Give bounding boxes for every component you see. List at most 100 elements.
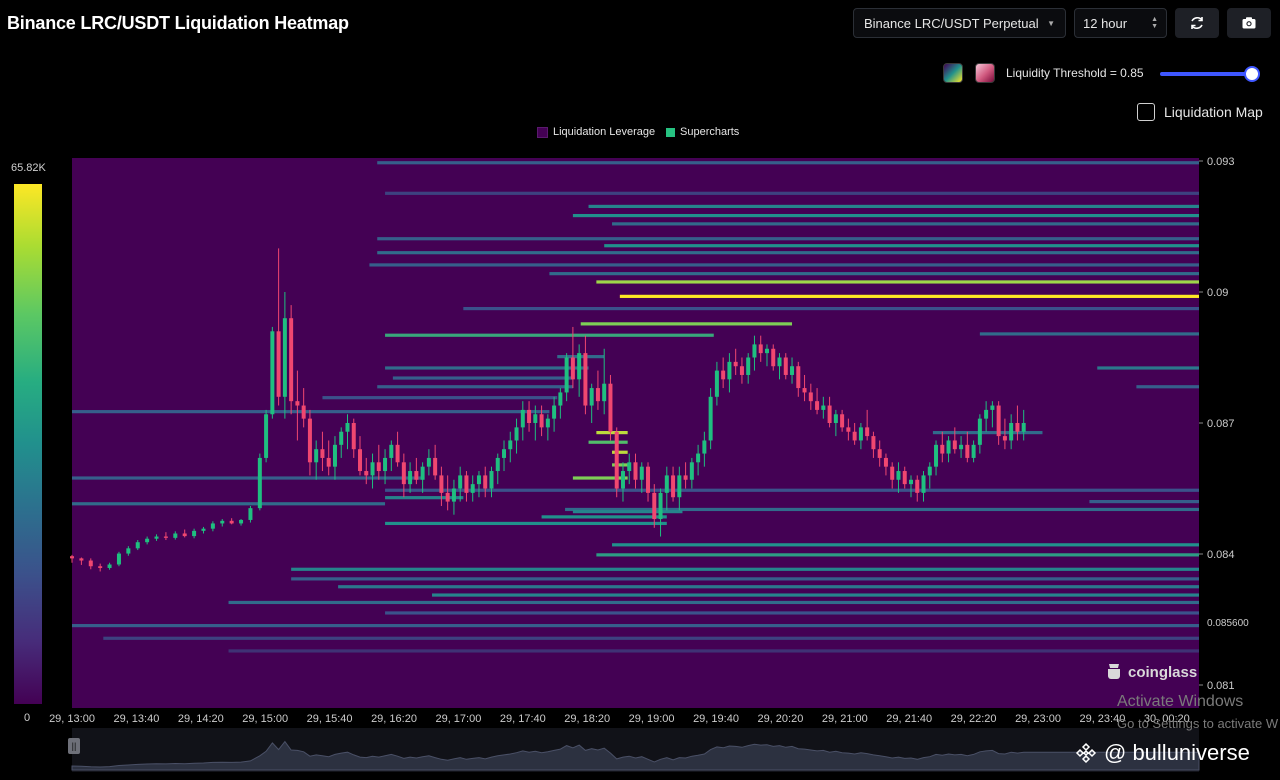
candle-body [877, 449, 882, 458]
candle-body [927, 466, 932, 476]
liquidation-level [228, 649, 1199, 653]
pink-colorscheme-swatch[interactable] [975, 63, 995, 83]
candle-body [771, 348, 776, 367]
refresh-button[interactable] [1175, 8, 1219, 38]
candle-body [439, 475, 444, 493]
liquidation-heatmap-chart[interactable]: 0.0930.090.0870.0840.081 29, 13:00 29, 13… [0, 150, 1280, 780]
candle-body [977, 418, 982, 445]
candle-body [107, 564, 112, 568]
liquidation-level [612, 450, 628, 454]
liquidation-level [72, 410, 550, 414]
legend-swatch [666, 127, 675, 137]
candle-body [420, 466, 425, 480]
liquidation-level [385, 496, 464, 500]
candle-body [984, 409, 989, 419]
candle-body [358, 449, 363, 472]
updown-chevron-icon: ▲ ▼ [1151, 16, 1158, 30]
liquidation-map-checkbox[interactable] [1137, 103, 1155, 121]
candle-body [451, 488, 456, 502]
candle-body [570, 357, 575, 380]
liquidation-level [588, 440, 628, 444]
candle-body [852, 431, 857, 441]
candle-body [564, 357, 569, 393]
range-handle-left[interactable]: || [68, 738, 80, 754]
candle-body [865, 427, 870, 437]
candle-body [646, 466, 651, 493]
candle-body [790, 366, 795, 375]
candle-body [902, 471, 907, 485]
candle-body [971, 444, 976, 458]
candle-body [264, 414, 269, 458]
candle-body [220, 520, 225, 524]
candle-body [821, 405, 826, 410]
liquidation-level [612, 222, 1199, 226]
candle-body [595, 388, 600, 402]
liquidation-map-label: Liquidation Map [1164, 104, 1263, 120]
threshold-slider-thumb[interactable] [1244, 66, 1260, 82]
candle-body [414, 471, 419, 480]
candle-body [145, 538, 150, 543]
liquidation-level [541, 515, 667, 519]
legend-item-supercharts[interactable]: Supercharts [666, 126, 739, 138]
threshold-label: Liquidity Threshold = 0.85 [1006, 66, 1144, 80]
coinglass-watermark: coinglass [1104, 662, 1197, 682]
candle-body [858, 427, 863, 441]
candle-body [683, 475, 688, 480]
candle-body [783, 357, 788, 375]
candle-body [808, 392, 813, 402]
x-tick-label: 29, 20:20 [757, 713, 803, 725]
liquidation-level [228, 600, 1199, 605]
coinglass-logo-icon [1108, 664, 1120, 679]
candle-body [163, 536, 168, 538]
candle-body [614, 431, 619, 489]
threshold-slider-track[interactable] [1160, 72, 1254, 76]
candle-body [896, 471, 901, 480]
candle-body [301, 405, 306, 419]
candle-body [282, 318, 287, 397]
screenshot-button[interactable] [1227, 8, 1271, 38]
candle-body [248, 508, 253, 520]
candle-body [608, 383, 613, 432]
candle-body [815, 401, 820, 410]
footer-tag: @ bulluniverse [1074, 740, 1250, 766]
x-tick-label: 29, 15:40 [307, 713, 353, 725]
candle-body [257, 457, 262, 509]
legend-item-liquidation-leverage[interactable]: Liquidation Leverage [537, 126, 655, 138]
candle-body [88, 560, 93, 567]
pair-select[interactable]: Binance LRC/USDT Perpetual ▼ [853, 8, 1066, 38]
y-tick-label: 0.093 [1207, 156, 1235, 168]
candle-body [671, 475, 676, 498]
liquidation-level [619, 294, 1199, 298]
candle-body [276, 331, 281, 397]
candle-body [583, 353, 588, 406]
candle-body [965, 444, 970, 458]
liquidation-level [1089, 500, 1199, 504]
candle-body [620, 471, 625, 489]
candle-body [239, 519, 244, 524]
candle-body [545, 418, 550, 428]
liquidation-level [612, 543, 1199, 547]
camera-icon [1242, 17, 1256, 29]
liquidation-level [385, 521, 667, 526]
candle-body [627, 462, 632, 472]
liquidation-level [377, 385, 573, 389]
candle-body [689, 462, 694, 480]
candle-body [201, 528, 206, 531]
viridis-colorscheme-swatch[interactable] [943, 63, 963, 83]
x-tick-label: 29, 17:00 [435, 713, 481, 725]
y-tick-label: 0.081 [1207, 680, 1235, 692]
candle-body [314, 449, 319, 463]
x-tick-label: 29, 18:20 [564, 713, 610, 725]
x-tick-label: 29, 16:20 [371, 713, 417, 725]
interval-select[interactable]: 12 hour ▲ ▼ [1074, 8, 1167, 38]
footer-tag-text: @ bulluniverse [1104, 740, 1250, 765]
x-tick-label: 29, 21:40 [886, 713, 932, 725]
candle-body [483, 475, 488, 489]
candle-body [871, 436, 876, 450]
candle-body [727, 361, 732, 380]
candle-body [921, 475, 926, 493]
candle-body [464, 475, 469, 493]
liquidation-level [596, 280, 1199, 284]
candle-body [827, 405, 832, 423]
candle-body [664, 475, 669, 493]
